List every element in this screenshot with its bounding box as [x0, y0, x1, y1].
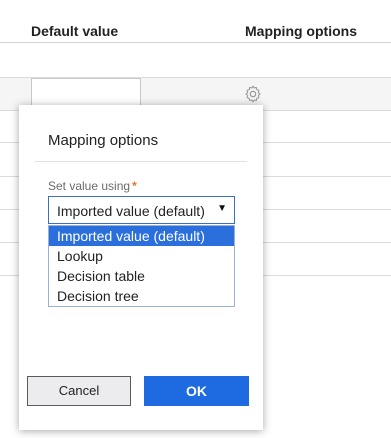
option-decision-tree[interactable]: Decision tree	[49, 286, 234, 306]
set-value-label-text: Set value using	[48, 179, 131, 193]
caret-down-icon: ▼	[217, 203, 227, 214]
modal-divider	[35, 161, 247, 162]
column-header-mapping-options: Mapping options	[245, 23, 357, 39]
table-header: Default value Mapping options	[0, 0, 391, 43]
gear-icon[interactable]	[243, 84, 263, 104]
select-current-value: Imported value (default)	[57, 203, 205, 219]
mapping-options-modal: Mapping options Set value using * Importe…	[19, 105, 263, 430]
modal-title: Mapping options	[48, 132, 159, 149]
ok-button[interactable]: OK	[144, 376, 249, 406]
set-value-label: Set value using *	[48, 179, 137, 193]
cancel-button[interactable]: Cancel	[27, 376, 131, 406]
column-header-default-value: Default value	[31, 23, 119, 39]
set-value-select[interactable]: Imported value (default) ▼	[48, 196, 235, 224]
default-value-input[interactable]	[31, 78, 141, 106]
option-lookup[interactable]: Lookup	[49, 246, 234, 266]
option-decision-table[interactable]: Decision table	[49, 266, 234, 286]
set-value-options-list: Imported value (default) Lookup Decision…	[48, 225, 235, 307]
option-imported-value[interactable]: Imported value (default)	[49, 226, 234, 246]
required-marker: *	[132, 179, 137, 193]
